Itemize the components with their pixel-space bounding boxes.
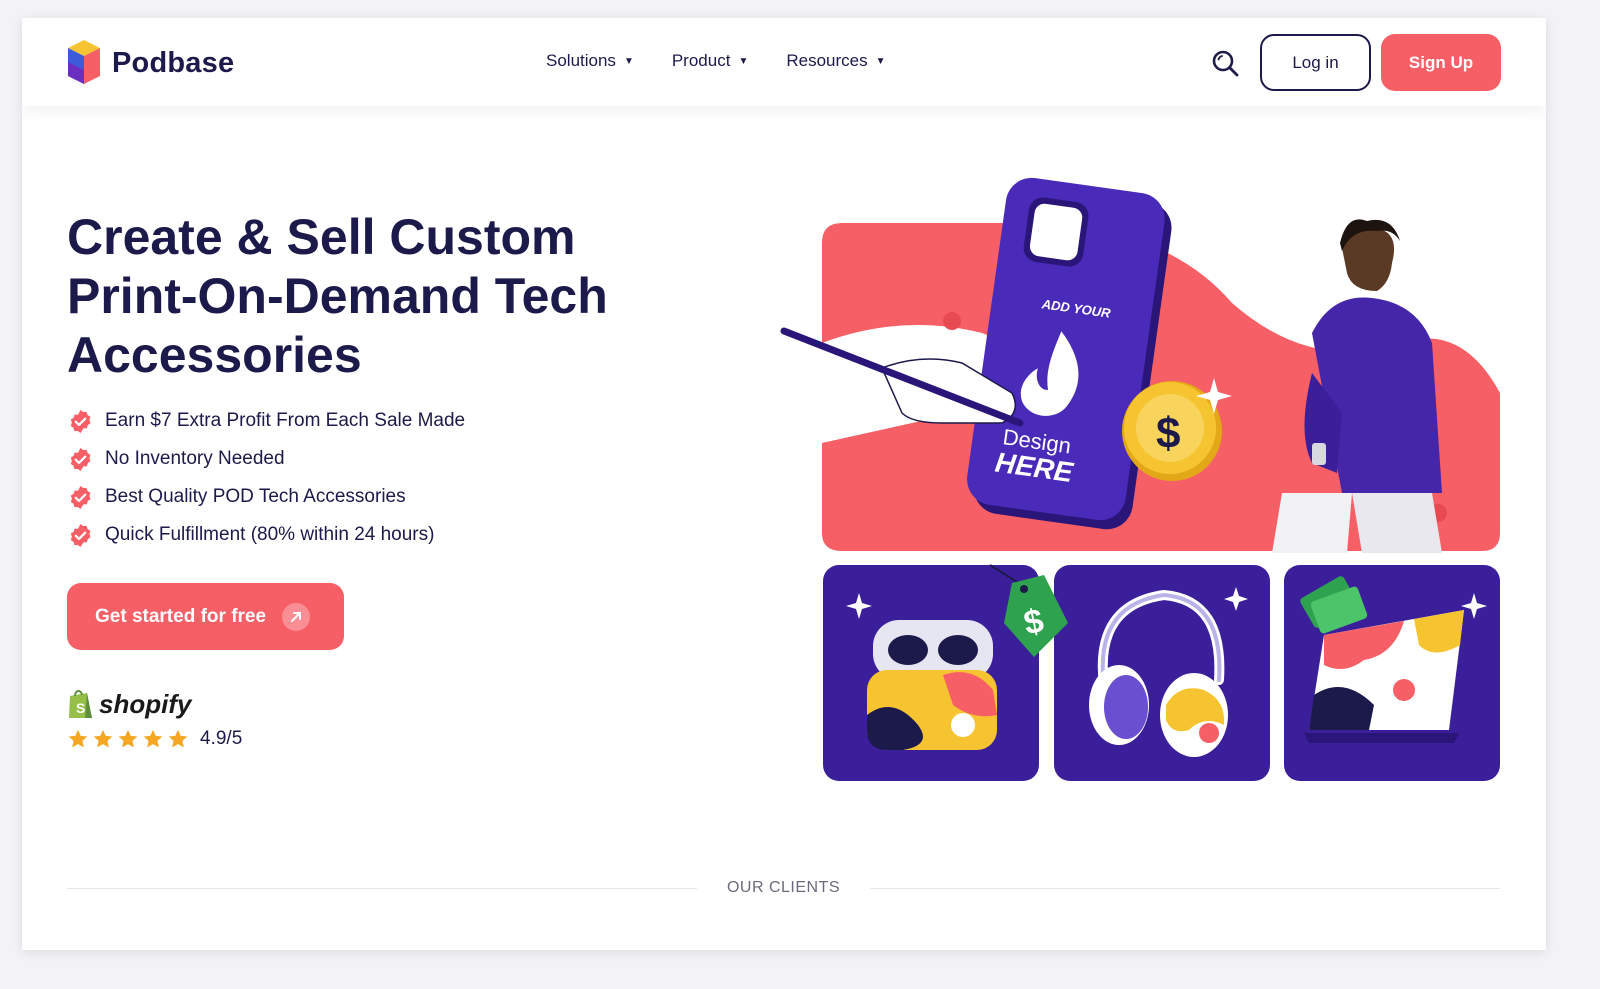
get-started-button[interactable]: Get started for free: [67, 583, 344, 650]
star-icon: [93, 729, 113, 748]
nav-product[interactable]: Product ▼: [672, 51, 749, 71]
feature-text: Quick Fulfillment (80% within 24 hours): [105, 524, 435, 545]
nav-label: Resources: [786, 51, 868, 70]
check-badge-icon: [70, 523, 91, 547]
check-badge-icon: [70, 447, 91, 471]
rating-value: 4.9/5: [200, 728, 243, 749]
feature-item: Quick Fulfillment (80% within 24 hours): [68, 516, 465, 554]
caret-down-icon: ▼: [738, 55, 749, 67]
signup-button[interactable]: Sign Up: [1381, 34, 1501, 91]
sparkle-icon: [1224, 587, 1248, 611]
sparkle-icon: [1461, 593, 1487, 619]
login-button[interactable]: Log in: [1260, 34, 1371, 91]
rating: 4.9/5: [67, 728, 242, 750]
hero-title: Create & Sell Custom Print-On-Demand Tec…: [67, 209, 608, 383]
site-header: Podbase Solutions ▼ Product ▼ Resources …: [22, 18, 1546, 106]
shopify-wordmark: shopify: [99, 688, 192, 719]
brand-name: Podbase: [112, 46, 235, 79]
tile-laptop-skin: [1284, 565, 1500, 781]
tile-headphones: [1054, 565, 1270, 781]
star-icon: [118, 729, 138, 748]
shopify-bag-icon: S: [69, 690, 92, 718]
feature-item: No Inventory Needed: [68, 440, 465, 478]
feature-item: Best Quality POD Tech Accessories: [68, 478, 465, 516]
star-icon: [143, 729, 163, 748]
logo[interactable]: Podbase: [66, 38, 234, 88]
divider-line: [67, 887, 697, 889]
feature-text: Earn $7 Extra Profit From Each Sale Made: [105, 410, 466, 431]
nav-resources[interactable]: Resources ▼: [786, 51, 885, 71]
feature-list: Earn $7 Extra Profit From Each Sale Made…: [68, 402, 465, 554]
divider-line: [870, 887, 1501, 889]
feature-text: Best Quality POD Tech Accessories: [105, 486, 406, 507]
feature-text: No Inventory Needed: [105, 448, 285, 469]
browser-page: Podbase Solutions ▼ Product ▼ Resources …: [22, 18, 1546, 950]
check-badge-icon: [70, 409, 91, 433]
main-nav: Solutions ▼ Product ▼ Resources ▼: [546, 51, 924, 71]
cta-label: Get started for free: [95, 605, 267, 627]
podbase-logo-icon: [68, 40, 100, 84]
svg-text:S: S: [76, 700, 85, 716]
sparkle-icon: [846, 593, 872, 619]
clients-label: OUR CLIENTS: [726, 879, 841, 896]
nav-label: Solutions: [546, 51, 616, 70]
coin-symbol: $: [1156, 409, 1180, 458]
hero-illustration: ADD YOUR Design HERE $: [780, 177, 1500, 553]
arrow-up-right-icon: [282, 602, 311, 631]
search-icon[interactable]: [1210, 48, 1240, 78]
clients-divider: OUR CLIENTS: [67, 876, 1501, 900]
star-icon: [168, 729, 188, 748]
shopify-badge: S shopify: [67, 688, 191, 720]
feature-item: Earn $7 Extra Profit From Each Sale Made: [68, 402, 465, 440]
check-badge-icon: [70, 485, 91, 509]
price-tag-icon: $: [989, 564, 1068, 657]
nav-label: Product: [671, 51, 731, 70]
caret-down-icon: ▼: [623, 55, 634, 67]
caret-down-icon: ▼: [875, 55, 886, 67]
star-icon: [68, 729, 88, 748]
nav-solutions[interactable]: Solutions ▼: [546, 51, 634, 71]
